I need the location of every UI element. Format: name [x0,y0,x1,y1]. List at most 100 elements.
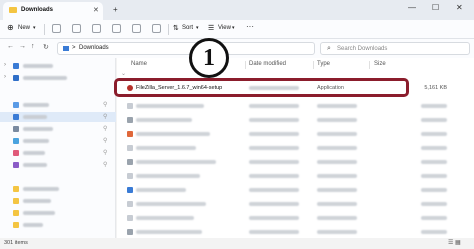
step-number-callout: 1 [189,38,229,78]
file-name [136,230,202,234]
delete-icon[interactable] [152,24,161,33]
tab-close-icon[interactable]: ✕ [93,6,99,14]
file-type [317,216,357,220]
paste-icon[interactable] [92,24,101,33]
table-row[interactable] [117,128,474,140]
file-date [249,216,299,220]
sidebar-item[interactable] [0,184,116,194]
sidebar-item[interactable] [0,196,116,206]
item-count: 301 items [4,240,28,246]
file-size [421,160,447,164]
sidebar-item-label [23,163,47,167]
breadcrumb-downloads[interactable]: Downloads [79,45,109,51]
sidebar-item[interactable]: ⚲ [0,160,116,170]
search-placeholder: Search Downloads [337,46,388,52]
sidebar-item[interactable]: › [0,61,116,71]
rename-icon[interactable] [112,24,121,33]
chevron-down-icon: ▾ [196,25,199,31]
pin-icon: ⚲ [103,102,108,108]
sidebar-item[interactable]: ⚲ [0,100,116,110]
navigation-pane: › › ⚲ ⚲ ⚲ ⚲ ⚲ ⚲ [0,58,116,238]
pictures-icon [13,138,19,144]
sort-button[interactable]: Sort [182,25,193,31]
table-row[interactable] [117,156,474,168]
column-header-size[interactable]: Size [374,61,386,67]
file-date [249,188,299,192]
file-size [421,188,447,192]
desktop-icon [13,102,19,108]
back-button[interactable]: ← [7,43,14,50]
sidebar-item-label [23,187,59,191]
sidebar-item[interactable]: ⚲ [0,124,116,134]
file-type [317,230,357,234]
copy-icon[interactable] [72,24,81,33]
sidebar-item[interactable] [0,220,116,230]
group-chevron-icon[interactable]: ⌄ [121,70,126,77]
sidebar-item[interactable] [0,208,116,218]
file-icon [127,187,133,193]
file-date [249,118,299,122]
share-icon[interactable] [132,24,141,33]
table-row[interactable] [117,142,474,154]
search-icon: ⌕ [327,45,331,52]
minimize-button[interactable]: — [408,3,416,12]
search-input[interactable]: ⌕ Search Downloads [320,42,470,55]
sidebar-item[interactable]: › [0,73,116,83]
sidebar-item[interactable]: ⚲ [0,136,116,146]
plus-icon: ⊕ [7,23,14,32]
file-type [317,160,357,164]
file-icon [127,159,133,165]
folder-icon [63,46,69,51]
file-type [317,146,357,150]
file-size [421,202,447,206]
view-button[interactable]: View [218,25,231,31]
file-name [136,202,206,206]
table-row[interactable] [117,100,474,112]
table-row[interactable] [117,184,474,196]
pin-icon: ⚲ [103,150,108,156]
up-button[interactable]: ↑ [31,43,35,50]
file-type [317,118,357,122]
file-size [421,230,447,234]
file-date [249,230,299,234]
column-divider[interactable] [313,61,314,69]
folder-icon [13,198,19,204]
download-icon [13,114,19,120]
column-header-type[interactable]: Type [317,61,330,67]
file-icon [127,145,133,151]
new-tab-button[interactable]: + [113,5,118,14]
cut-icon[interactable] [52,24,61,33]
column-header-name[interactable]: Name [131,61,147,67]
table-row[interactable] [117,212,474,224]
close-window-button[interactable]: ✕ [456,3,463,12]
file-date [249,202,299,206]
forward-button[interactable]: → [19,43,26,50]
more-options-button[interactable]: ··· [246,22,254,31]
details-view-icon[interactable]: ☰ ▦ [448,239,461,246]
table-row[interactable] [117,198,474,210]
maximize-button[interactable]: ☐ [432,3,439,12]
table-row[interactable] [117,226,474,238]
folder-icon [13,186,19,192]
folder-icon [9,7,17,13]
column-divider[interactable] [245,61,246,69]
file-name [136,104,204,108]
column-header-date-modified[interactable]: Date modified [249,61,286,67]
chevron-down-icon: ▾ [232,25,235,31]
table-row[interactable] [117,170,474,182]
title-bar: Downloads ✕ + — ☐ ✕ [0,0,474,20]
sidebar-item-label [23,64,53,68]
pin-icon: ⚲ [103,126,108,132]
refresh-button[interactable]: ↻ [43,43,49,51]
sidebar-item[interactable]: ⚲ [0,148,116,158]
table-row[interactable] [117,114,474,126]
column-divider[interactable] [369,61,370,69]
file-name [136,118,192,122]
breadcrumb[interactable]: > Downloads [57,42,315,55]
file-name [136,132,210,136]
file-size [421,104,447,108]
new-button[interactable]: New [18,25,30,31]
tab-downloads[interactable]: Downloads ✕ [3,2,103,20]
view-icon: ☰ [208,25,215,32]
sidebar-item-downloads[interactable]: ⚲ [0,112,116,122]
